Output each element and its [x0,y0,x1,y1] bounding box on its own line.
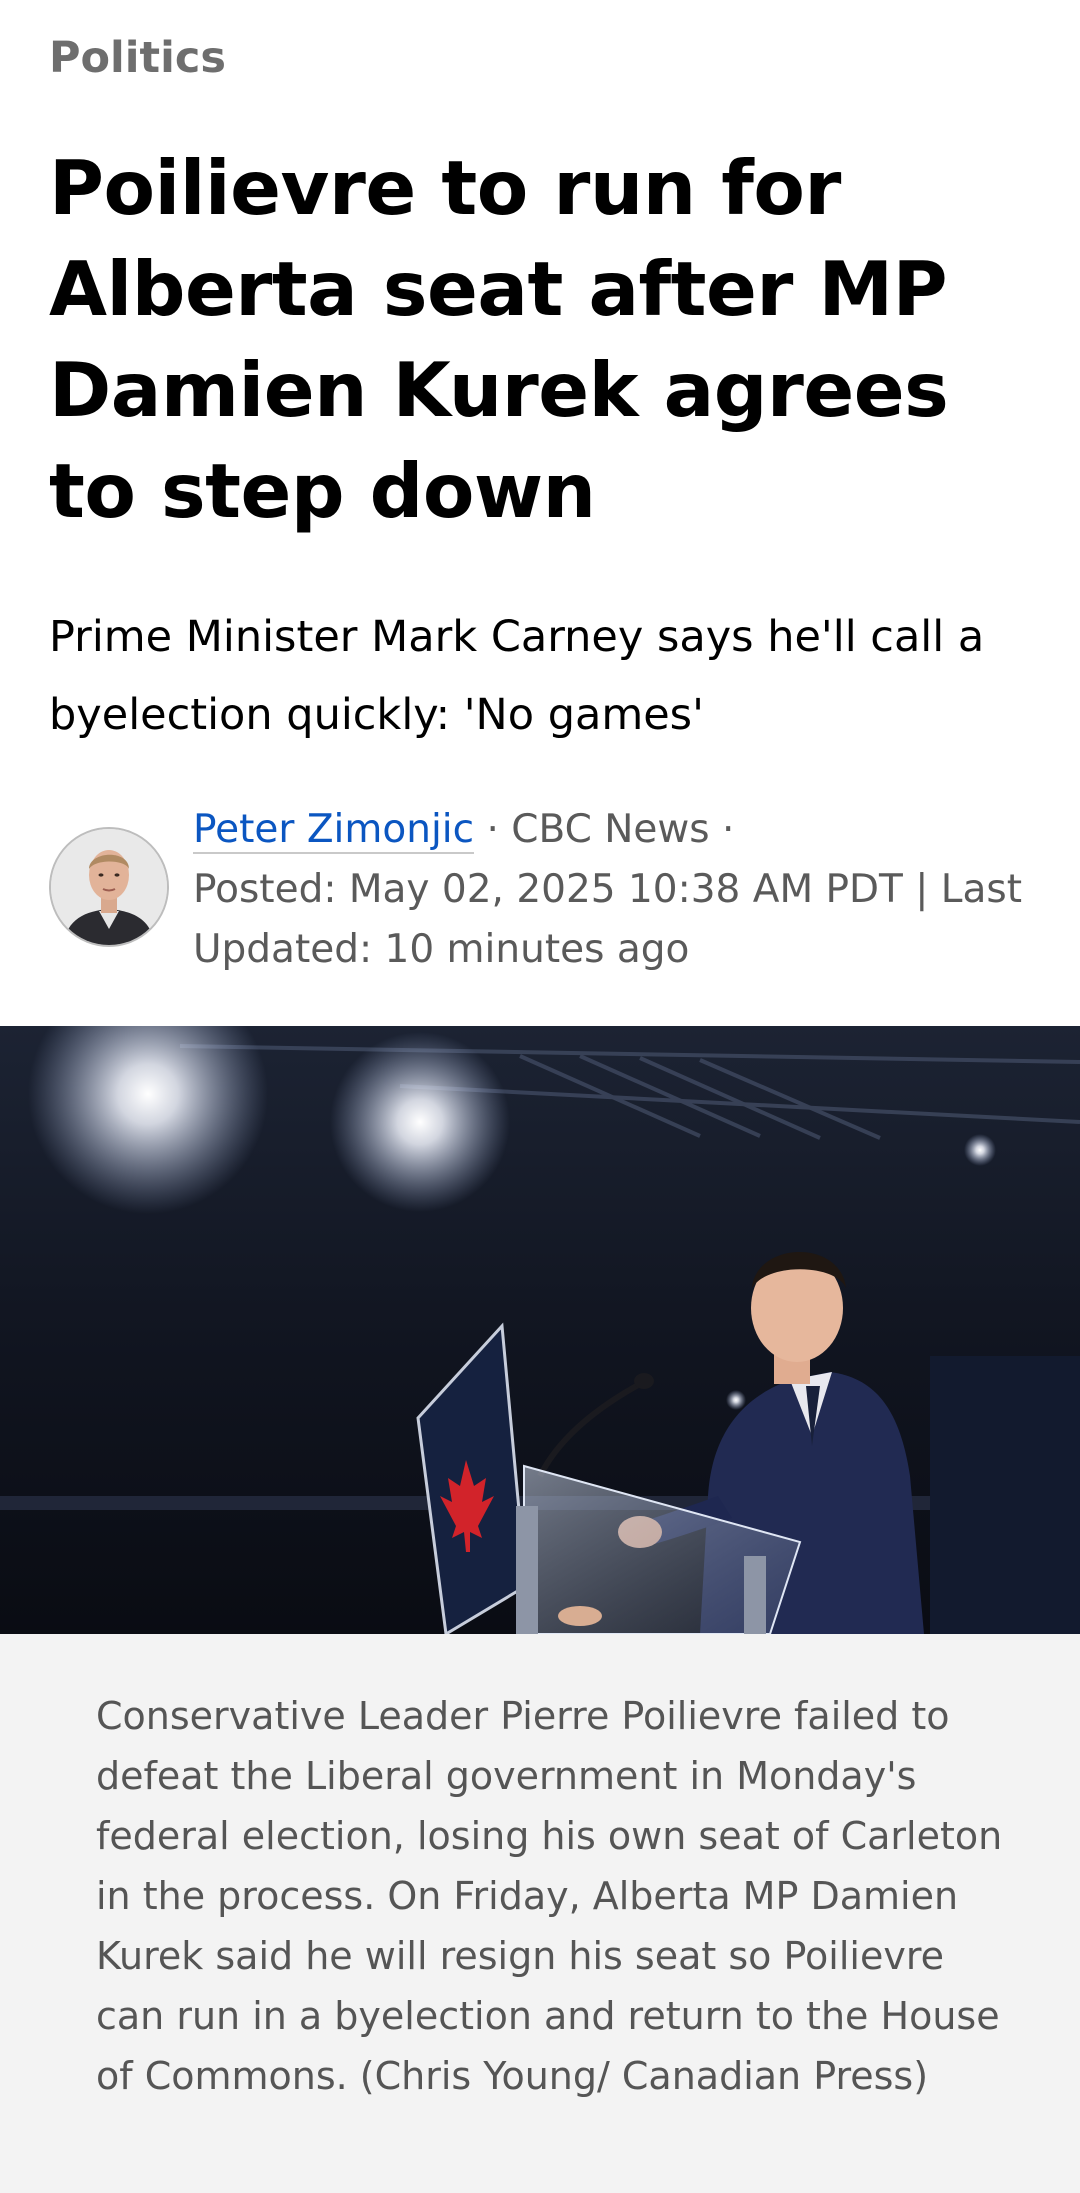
hero-photo[interactable] [0,1026,1080,1634]
author-portrait-image [51,829,167,945]
byline: Peter Zimonjic · CBC News · Posted: May … [49,800,1049,980]
article-deck: Prime Minister Mark Carney says he'll ca… [49,612,985,740]
byline-separator: · [486,807,499,852]
photo-caption-box: Conservative Leader Pierre Poilievre fai… [0,1634,1080,2193]
section-label-politics[interactable]: Politics [49,30,226,86]
byline-text: Peter Zimonjic · CBC News · Posted: May … [193,800,1073,980]
photo-poilievre-at-podium [0,1026,1080,1634]
outlet-name: CBC News [511,807,710,852]
byline-separator: · [722,807,735,852]
posted-timestamp: Posted: May 02, 2025 10:38 AM PDT | Last… [193,867,1023,972]
author-avatar[interactable] [49,827,169,947]
author-link[interactable]: Peter Zimonjic [193,807,475,854]
article-headline: Poilievre to run for Alberta seat after … [49,144,949,535]
photo-caption: Conservative Leader Pierre Poilievre fai… [96,1694,1003,2098]
